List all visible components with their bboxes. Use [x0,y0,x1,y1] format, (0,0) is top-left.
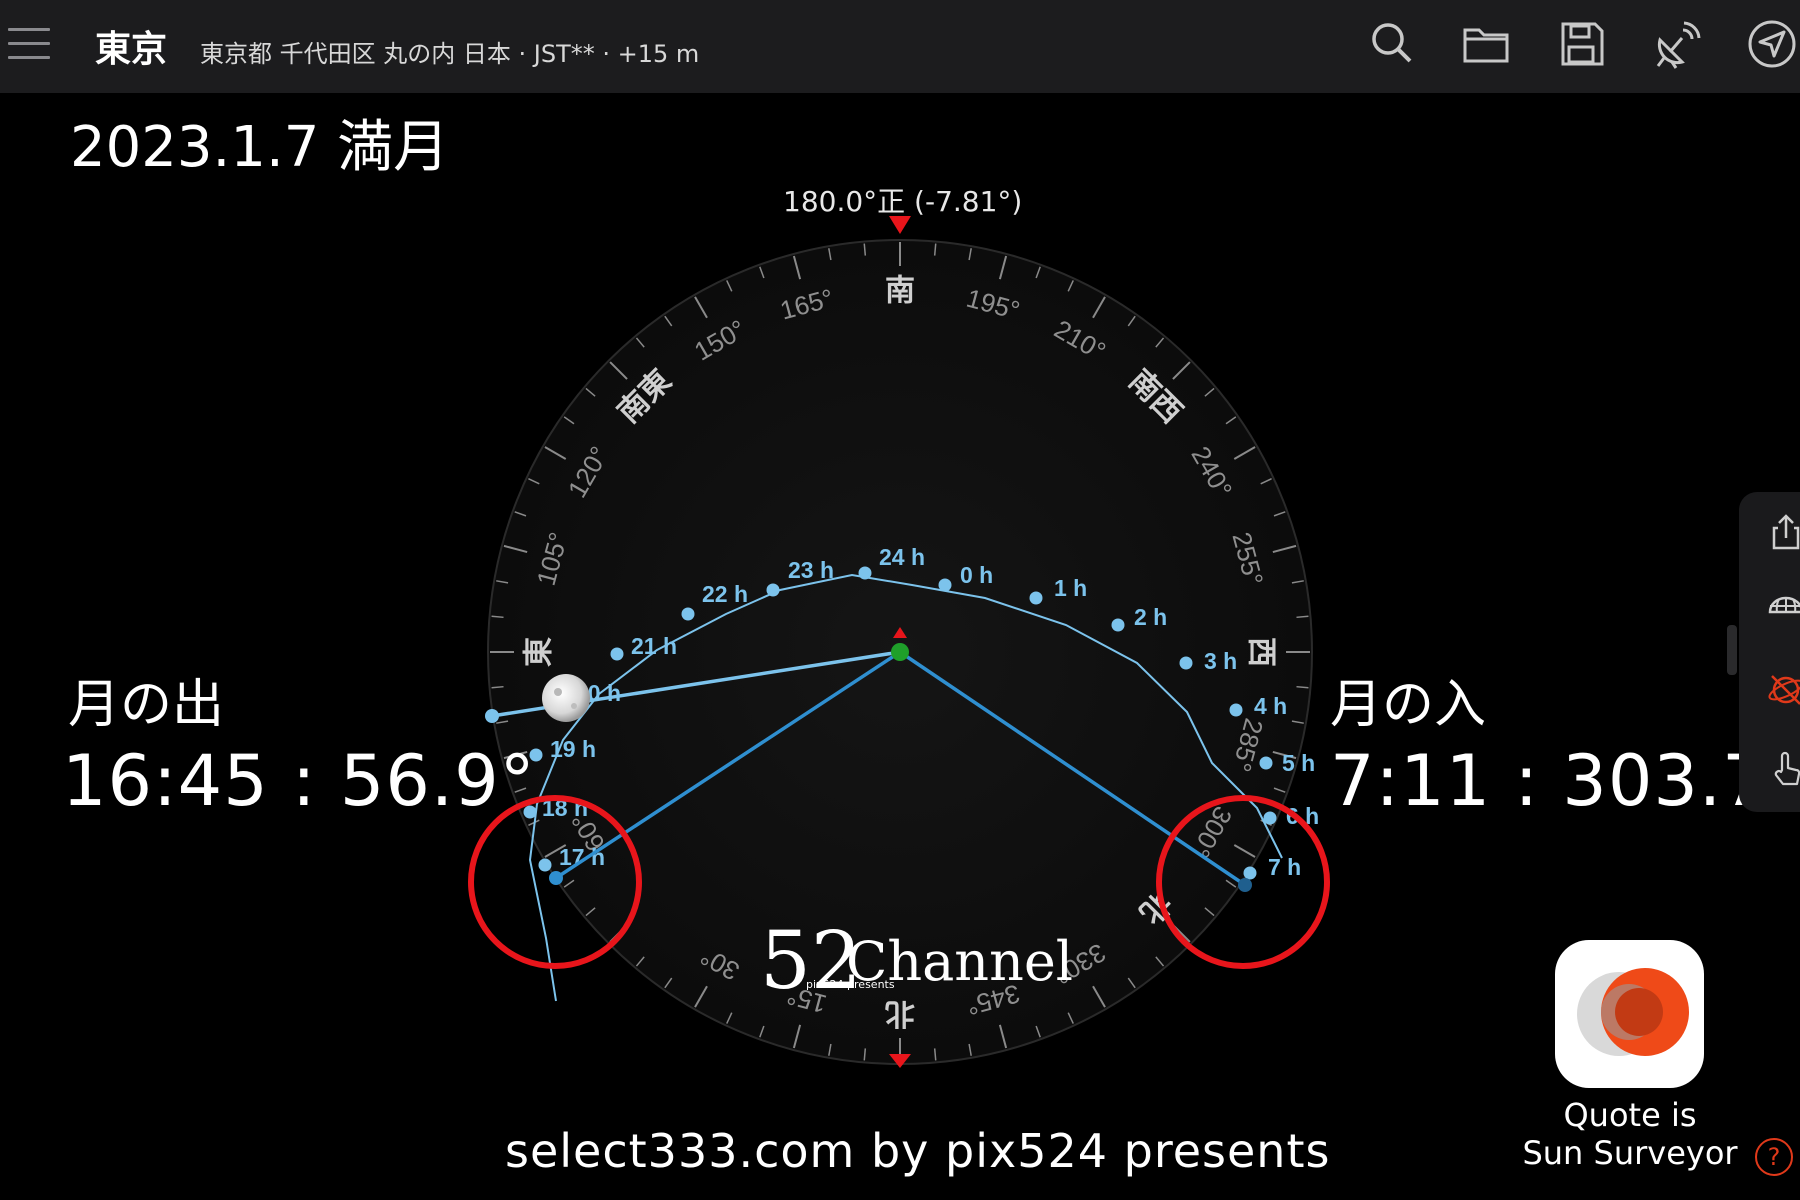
help-icon[interactable]: ? [1755,1138,1793,1176]
observer-location [891,643,909,661]
hour-label: 22 h [702,581,748,607]
dial-tick [491,685,504,689]
moonset-value: 7:11 : 303.7° [1330,740,1800,822]
moonrise-point [549,871,563,885]
hour-label: 3 h [1204,648,1237,674]
brand-logo: 52 Channel pix524 presents [760,914,1073,1010]
moonrise-title: 月の出 [68,675,225,735]
panel-grip-handle[interactable] [1727,625,1737,675]
hour-dot [858,566,872,580]
hour-dot [681,607,695,621]
promo-text-line2: Sun Surveyor [1522,1134,1738,1172]
hide-visibility-icon[interactable] [1766,668,1800,708]
dial-tick [933,243,937,256]
promo-text-line1: Quote is [1563,1096,1697,1134]
dial-tick [1296,615,1309,619]
dial-tick [863,243,867,256]
hour-label: 23 h [788,557,834,583]
hour-label: 0 h [960,562,993,588]
dial-tick [863,1048,867,1061]
sun-surveyor-app-icon[interactable] [1555,940,1704,1088]
moon-crater [554,688,562,696]
hour-dot [538,858,552,872]
footer-credit: select333.com by pix524 presents [505,1124,1331,1178]
hour-label: 21 h [631,633,677,659]
hour-label: 2 h [1134,604,1167,630]
hour-label: 19 h [550,736,596,762]
hour-dot [1111,618,1125,632]
moon-horizon-dot [485,709,499,723]
dial-tick [1296,685,1309,689]
dial-tick [491,615,504,619]
dial-cardinal-label: 東 [522,637,557,667]
hour-label: 4 h [1254,693,1287,719]
hour-label: 17 h [559,844,605,870]
hour-dot [1029,591,1043,605]
hour-dot [1229,703,1243,717]
dial-tick [933,1048,937,1061]
hour-label: 24 h [879,544,925,570]
moonset-title: 月の入 [1330,675,1487,735]
dial-cardinal-label: 南 [885,274,915,309]
hour-label: 7 h [1268,854,1301,880]
hour-dot [766,583,780,597]
hour-label: 1 h [1054,575,1087,601]
hour-dot [1243,866,1257,880]
hour-dot [1263,811,1277,825]
moonrise-value: 16:45 : 56.9° [62,740,536,822]
share-icon[interactable] [1766,512,1800,552]
globe-icon[interactable] [1766,586,1800,626]
moon-crater [571,703,577,709]
hand-pointer-icon[interactable] [1766,750,1800,790]
hour-label: 5 h [1282,750,1315,776]
dial-cardinal-label: 西 [1244,637,1279,667]
hour-dot [1179,656,1193,670]
hour-dot [610,647,624,661]
moonset-point [1238,878,1252,892]
hour-dot [938,578,952,592]
brand-subtitle: pix524 presents [806,978,895,991]
heading-readout: 180.0°正 (-7.81°) [783,185,1023,218]
hour-dot [1259,756,1273,770]
moon-icon [542,674,590,722]
